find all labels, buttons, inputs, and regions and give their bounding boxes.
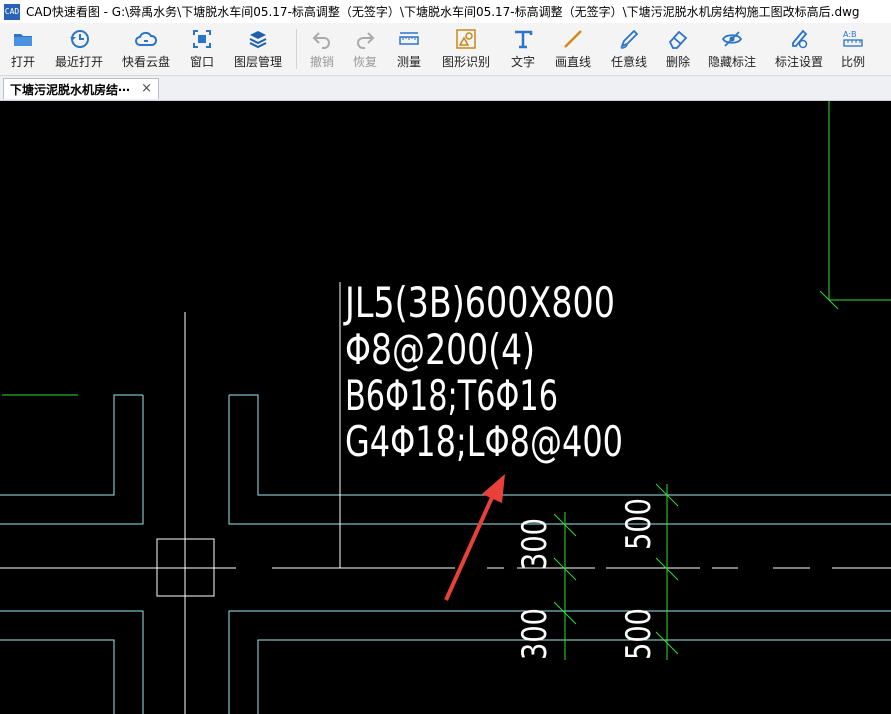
- undo-arrow-icon: [312, 32, 330, 49]
- beam-label-line3: B6Φ18;T6Φ16: [345, 371, 558, 420]
- shape-recognize-icon: [456, 29, 476, 49]
- freeline-label: 任意线: [610, 55, 647, 69]
- dim-text-500-upper: 500: [619, 498, 659, 550]
- line-button[interactable]: 画直线: [545, 23, 601, 75]
- dim-settings-label: 标注设置: [774, 55, 823, 69]
- text-t-icon: [515, 30, 533, 49]
- scale-ratio-icon: A:B: [843, 30, 863, 47]
- eraser-icon: [668, 30, 688, 49]
- dim-text-300-lower: 300: [515, 608, 555, 660]
- text-label: 文字: [510, 55, 535, 69]
- dimension-lines: [553, 483, 679, 660]
- pencil-icon: [620, 29, 639, 49]
- window-button[interactable]: 窗口: [180, 23, 224, 75]
- delete-label: 删除: [665, 55, 690, 69]
- recognize-label: 图形识别: [441, 55, 490, 69]
- fullscreen-frame-icon: [193, 30, 211, 48]
- freeline-button[interactable]: 任意线: [601, 23, 657, 75]
- dim-text-300-upper: 300: [515, 518, 555, 570]
- pen-gear-icon: [792, 29, 808, 49]
- undo-button[interactable]: 撤销: [301, 23, 343, 75]
- delete-button[interactable]: 删除: [657, 23, 699, 75]
- layers-label: 图层管理: [233, 55, 282, 69]
- recent-button[interactable]: 最近打开: [46, 23, 112, 75]
- measure-label: 测量: [396, 55, 421, 69]
- eye-hidden-icon: [721, 31, 743, 47]
- window-label: 窗口: [189, 55, 214, 69]
- dim-text-500-lower: 500: [619, 608, 659, 660]
- red-arrow: [444, 474, 505, 601]
- window-title: CAD快速看图 - G:\舜禹水务\下塘脱水车间05.17-标高调整（无签字）\…: [26, 5, 860, 19]
- dimension-texts: 300 300 500 500: [515, 498, 659, 660]
- beam-label-line2: Φ8@200(4): [345, 325, 535, 374]
- main-toolbar: 打开 最近打开 快看云盘 窗口 图层管理 撤销 恢复 测量 图形识别 文字 画直…: [0, 23, 891, 76]
- title-bar: CAD CAD快速看图 - G:\舜禹水务\下塘脱水车间05.17-标高调整（无…: [0, 0, 891, 23]
- cloud-icon: [135, 31, 157, 46]
- tab-drawing[interactable]: 下塘污泥脱水机房结⋯ ×: [3, 78, 159, 99]
- svg-text:A:B: A:B: [843, 30, 857, 39]
- line-label: 画直线: [554, 55, 591, 69]
- drawing-canvas[interactable]: JL5(3B)600X800 Φ8@200(4) B6Φ18;T6Φ16 G4Φ…: [0, 101, 891, 714]
- layers-button[interactable]: 图层管理: [224, 23, 292, 75]
- history-clock-icon: [70, 30, 89, 48]
- beam-label-line4: G4Φ18;LΦ8@400: [345, 417, 623, 466]
- open-label: 打开: [10, 55, 35, 69]
- straight-line-icon: [564, 30, 582, 48]
- tab-drawing-label: 下塘污泥脱水机房结⋯: [10, 82, 131, 97]
- beam-label-line1: JL5(3B)600X800: [343, 278, 615, 327]
- ruler-icon: [399, 32, 419, 45]
- toolbar-divider: [296, 29, 297, 69]
- dim-settings-button[interactable]: 标注设置: [765, 23, 833, 75]
- close-icon[interactable]: ×: [141, 81, 152, 96]
- hide-dims-button[interactable]: 隐藏标注: [699, 23, 765, 75]
- app-icon: CAD: [4, 3, 20, 20]
- cad-drawing: JL5(3B)600X800 Φ8@200(4) B6Φ18;T6Φ16 G4Φ…: [0, 101, 891, 714]
- hide-dims-label: 隐藏标注: [707, 55, 756, 69]
- scale-label: 比例: [840, 55, 865, 69]
- cloud-button[interactable]: 快看云盘: [112, 23, 180, 75]
- redo-label: 恢复: [352, 55, 377, 69]
- redo-button[interactable]: 恢复: [343, 23, 387, 75]
- redo-arrow-icon: [357, 32, 375, 49]
- layers-icon: [249, 31, 267, 49]
- recognize-button[interactable]: 图形识别: [431, 23, 501, 75]
- folder-icon: [14, 34, 32, 46]
- document-tab-bar: 下塘污泥脱水机房结⋯ ×: [0, 76, 891, 101]
- recent-label: 最近打开: [54, 55, 103, 69]
- measure-button[interactable]: 测量: [387, 23, 431, 75]
- scale-button[interactable]: A:B 比例: [833, 23, 873, 75]
- text-button[interactable]: 文字: [501, 23, 545, 75]
- beam-annotation: JL5(3B)600X800 Φ8@200(4) B6Φ18;T6Φ16 G4Φ…: [343, 278, 623, 466]
- cloud-label: 快看云盘: [121, 55, 170, 69]
- undo-label: 撤销: [309, 55, 334, 69]
- open-button[interactable]: 打开: [0, 23, 46, 75]
